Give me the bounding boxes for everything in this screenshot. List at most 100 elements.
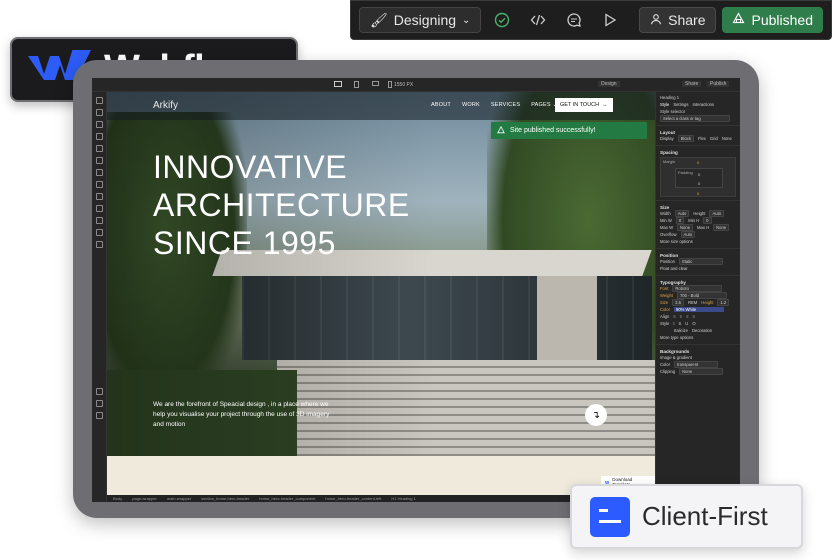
publish-icon	[732, 12, 746, 28]
scroll-down-button[interactable]: ↴	[585, 404, 607, 426]
spacing-section-title[interactable]: Spacing	[660, 150, 678, 155]
style-selector-label: Style selector	[660, 109, 686, 114]
more-type-options[interactable]: More type options	[660, 335, 693, 340]
cms-icon[interactable]	[95, 181, 103, 188]
max-width-input[interactable]: None	[677, 224, 694, 231]
nav-link-pages[interactable]: PAGES ⌄	[531, 102, 557, 108]
variables-icon[interactable]	[95, 145, 103, 152]
breadcrumb-item[interactable]: main-wrapper	[167, 496, 191, 501]
min-height-input[interactable]: 0	[703, 217, 712, 224]
align-center-icon[interactable]: ≡	[680, 314, 682, 319]
published-button[interactable]: Published	[722, 7, 823, 33]
position-select[interactable]: Static	[678, 258, 723, 265]
settings-icon[interactable]	[95, 241, 103, 248]
font-size-unit[interactable]: REM	[688, 300, 697, 305]
breadcrumb-item[interactable]: Body	[113, 496, 122, 501]
overline-icon[interactable]: O	[692, 321, 695, 326]
clipping-select[interactable]: None	[679, 368, 724, 375]
element-type-label: Heading 1	[660, 95, 680, 100]
font-label: Font	[660, 286, 669, 291]
bg-color-input[interactable]: transparent	[674, 361, 719, 368]
max-height-input[interactable]: None	[713, 224, 730, 231]
align-justify-icon[interactable]: ≡	[693, 314, 695, 319]
width-input[interactable]: Auto	[674, 210, 690, 217]
min-width-input[interactable]: 0	[675, 217, 685, 224]
font-select[interactable]: Roboto	[672, 285, 723, 292]
tab-settings[interactable]: Settings	[673, 102, 688, 107]
padding-top-value[interactable]: 0	[698, 172, 700, 177]
landscape-breakpoint-icon[interactable]	[372, 81, 379, 86]
typography-section-title[interactable]: Typography	[660, 280, 686, 285]
tablet-breakpoint-icon[interactable]	[354, 81, 359, 88]
display-grid[interactable]: Grid	[710, 136, 718, 141]
strikethrough-icon[interactable]: S	[678, 321, 681, 326]
style-selector-input[interactable]: Select a class or tag	[660, 115, 730, 122]
tab-interactions[interactable]: Interactions	[692, 102, 714, 107]
video-icon[interactable]	[95, 400, 103, 407]
more-size-options[interactable]: More size options	[660, 239, 693, 244]
italic-icon[interactable]: I	[673, 321, 674, 326]
users-icon[interactable]	[95, 205, 103, 212]
hero-heading-line-1: INNOVATIVE	[153, 149, 348, 185]
position-section-title[interactable]: Position	[660, 253, 678, 258]
get-in-touch-button[interactable]: GET IN TOUCH →	[555, 98, 613, 112]
pages-icon[interactable]	[95, 109, 103, 116]
components-icon[interactable]	[95, 133, 103, 140]
breadcrumb-item[interactable]: home_hero-header_content-left	[325, 496, 381, 501]
design-mode-dropdown[interactable]: Design	[598, 81, 620, 87]
hero-heading[interactable]: INNOVATIVE ARCHITECTURE SINCE 1995	[153, 148, 410, 262]
float-and-clear[interactable]: Float and clear	[660, 266, 688, 271]
line-height-input[interactable]: 1.2	[717, 299, 730, 306]
audit-icon[interactable]	[95, 412, 103, 419]
style-selectors-icon[interactable]	[95, 157, 103, 164]
image-gradient-label[interactable]: Image & gradient	[660, 355, 692, 360]
desktop-breakpoint-icon[interactable]	[334, 81, 342, 87]
display-block[interactable]: Block	[677, 135, 694, 142]
assets-icon[interactable]	[95, 169, 103, 176]
align-left-icon[interactable]: ≡	[673, 314, 675, 319]
height-input[interactable]: Auto	[709, 210, 725, 217]
logic-icon[interactable]	[95, 217, 103, 224]
comment-icon[interactable]	[559, 7, 589, 33]
add-panel-icon[interactable]	[95, 97, 103, 104]
overflow-auto[interactable]: Auto	[680, 231, 696, 238]
apps-icon[interactable]	[95, 229, 103, 236]
spacing-box-model[interactable]: Margin 0 Padding 0 0 0	[660, 157, 736, 197]
preview-play-icon[interactable]	[595, 7, 625, 33]
breadcrumb-item[interactable]: home_hero-header_component	[259, 496, 315, 501]
site-logo[interactable]: Arkify	[153, 100, 178, 111]
font-size-input[interactable]: 3.5	[672, 299, 684, 306]
help-icon[interactable]	[95, 388, 103, 395]
mobile-breakpoint-icon[interactable]	[388, 81, 392, 88]
backgrounds-section-title[interactable]: Backgrounds	[660, 349, 689, 354]
ecommerce-icon[interactable]	[95, 193, 103, 200]
designer-share-button[interactable]: Share	[682, 81, 702, 87]
margin-bottom-value[interactable]: 0	[697, 191, 699, 196]
display-none[interactable]: None	[722, 136, 732, 141]
designer-publish-button[interactable]: Publish	[707, 81, 730, 87]
display-flex[interactable]: Flex	[698, 136, 706, 141]
nav-link-about[interactable]: ABOUT	[431, 102, 451, 108]
share-label: Share	[668, 12, 706, 28]
weight-select[interactable]: 700 - Bold	[676, 292, 727, 299]
code-icon[interactable]	[523, 7, 553, 33]
check-circle-icon[interactable]	[487, 7, 517, 33]
underline-icon[interactable]: U	[685, 321, 688, 326]
mode-dropdown[interactable]: 🖌 Designing ⌄	[359, 7, 482, 33]
nav-link-work[interactable]: WORK	[462, 102, 480, 108]
designer-canvas[interactable]: Arkify ABOUT WORK SERVICES PAGES ⌄ GET I…	[107, 92, 655, 495]
layout-section-title[interactable]: Layout	[660, 130, 675, 135]
nav-link-services[interactable]: SERVICES	[491, 102, 520, 108]
padding-box[interactable]: Padding 0 0	[675, 168, 723, 188]
size-section-title[interactable]: Size	[660, 205, 669, 210]
padding-bottom-value[interactable]: 0	[698, 181, 700, 186]
tab-style[interactable]: Style	[660, 102, 669, 107]
text-color-variable[interactable]: 90% White	[674, 307, 725, 312]
share-button[interactable]: Share	[639, 7, 717, 33]
align-right-icon[interactable]: ≡	[686, 314, 688, 319]
navigator-icon[interactable]	[95, 121, 103, 128]
breadcrumb-item[interactable]: page-wrapper	[132, 496, 157, 501]
breadcrumb-item[interactable]: section_home-hero-header	[201, 496, 249, 501]
margin-top-value[interactable]: 0	[697, 160, 699, 165]
breadcrumb-item[interactable]: H1 Heading 1	[391, 496, 415, 501]
